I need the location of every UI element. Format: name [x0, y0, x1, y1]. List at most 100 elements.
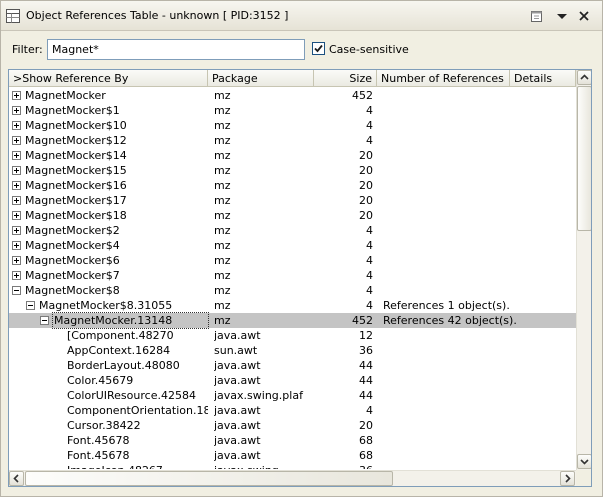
table-row[interactable]: ColorUIResource.42584 javax.swing.plaf 44 — [9, 388, 576, 403]
table-row[interactable]: MagnetMocker$18 mz 20 — [9, 208, 576, 223]
restore-icon[interactable] — [529, 8, 545, 24]
row-name: MagnetMocker$14 — [25, 149, 127, 162]
scroll-right-button[interactable] — [560, 471, 575, 486]
row-name: MagnetMocker$12 — [25, 134, 127, 147]
column-header-number-of-references[interactable]: Number of References — [377, 70, 510, 87]
horizontal-scrollbar[interactable] — [9, 470, 576, 486]
row-references — [383, 403, 573, 418]
expand-icon[interactable] — [12, 136, 21, 145]
row-size: 44 — [359, 359, 373, 372]
expand-icon[interactable] — [12, 91, 21, 100]
column-header-details[interactable]: Details — [510, 70, 576, 87]
expand-icon[interactable] — [12, 151, 21, 160]
row-name: MagnetMocker$4 — [25, 239, 120, 252]
row-package: mz — [214, 239, 231, 252]
row-references — [383, 103, 573, 118]
vertical-scroll-thumb[interactable] — [577, 86, 591, 231]
table-row[interactable]: Cursor.38422 java.awt 20 — [9, 418, 576, 433]
row-references — [383, 238, 573, 253]
column-header-show-reference-by[interactable]: >Show Reference By — [9, 70, 208, 87]
row-size: 20 — [359, 194, 373, 207]
row-package: java.awt — [214, 359, 261, 372]
table-row[interactable]: MagnetMocker.13148 mz 452 References 42 obj… — [9, 312, 576, 329]
table-row[interactable]: MagnetMocker$12 mz 4 — [9, 133, 576, 148]
table-row[interactable]: MagnetMocker$10 mz 4 — [9, 118, 576, 133]
row-package: java.awt — [214, 419, 261, 432]
row-references — [383, 223, 573, 238]
table-row[interactable]: MagnetMocker$7 mz 4 — [9, 268, 576, 283]
expand-icon[interactable] — [12, 166, 21, 175]
scroll-down-button[interactable] — [577, 454, 591, 469]
expand-icon[interactable] — [12, 226, 21, 235]
table-row[interactable]: MagnetMocker$8 mz 4 — [9, 283, 576, 298]
table-row[interactable]: AppContext.16284 sun.awt 36 — [9, 343, 576, 358]
collapse-icon[interactable] — [40, 316, 49, 325]
table-row[interactable]: MagnetMocker$14 mz 20 — [9, 148, 576, 163]
table-row[interactable]: MagnetMocker$16 mz 20 — [9, 178, 576, 193]
expand-icon[interactable] — [12, 241, 21, 250]
table-row[interactable]: Font.45678 java.awt 68 — [9, 433, 576, 448]
expand-icon[interactable] — [12, 121, 21, 130]
expand-icon[interactable] — [12, 106, 21, 115]
table-row[interactable]: [Component.48270 java.awt 12 — [9, 328, 576, 343]
table-row[interactable]: MagnetMocker$15 mz 20 — [9, 163, 576, 178]
row-references — [383, 118, 573, 133]
collapse-icon[interactable] — [26, 301, 35, 310]
table-row[interactable]: Font.45678 java.awt 68 — [9, 448, 576, 463]
table-row[interactable]: MagnetMocker$2 mz 4 — [9, 223, 576, 238]
row-name: ComponentOrientation.18... — [67, 404, 208, 417]
vertical-scrollbar[interactable] — [576, 70, 591, 470]
table-row[interactable]: MagnetMocker$4 mz 4 — [9, 238, 576, 253]
table-row[interactable]: MagnetMocker$1 mz 4 — [9, 103, 576, 118]
case-sensitive-label[interactable]: Case-sensitive — [329, 43, 409, 56]
row-name: MagnetMocker$2 — [25, 224, 120, 237]
dropdown-icon[interactable] — [554, 8, 570, 24]
row-package: mz — [214, 134, 231, 147]
case-sensitive-checkbox[interactable] — [312, 42, 325, 55]
table-row[interactable]: MagnetMocker$8.31055 mz 4 References 1 obje… — [9, 298, 576, 313]
expand-icon[interactable] — [12, 196, 21, 205]
row-size: 68 — [359, 434, 373, 447]
row-size: 20 — [359, 209, 373, 222]
expand-icon[interactable] — [12, 211, 21, 220]
collapse-icon[interactable] — [12, 286, 21, 295]
filter-input[interactable] — [47, 39, 305, 60]
row-references — [383, 418, 573, 433]
table-row[interactable]: ImageIcon.48267 javax.swing36 — [9, 463, 576, 469]
row-name: MagnetMocker$18 — [25, 209, 127, 222]
row-size: 20 — [359, 164, 373, 177]
row-package: mz — [214, 89, 231, 102]
column-header-size[interactable]: Size — [314, 70, 377, 87]
row-size: 20 — [359, 179, 373, 192]
table-icon — [6, 9, 20, 23]
row-size: 4 — [366, 404, 373, 417]
table-row[interactable]: MagnetMocker mz 452 — [9, 88, 576, 103]
expand-icon[interactable] — [12, 271, 21, 280]
row-references: References 1 object(s). — [383, 299, 510, 312]
expand-icon[interactable] — [12, 256, 21, 265]
table-body: MagnetMocker mz 452 MagnetMocker$1 mz 4 Magnet… — [9, 88, 576, 469]
table-row[interactable]: MagnetMocker$17 mz 20 — [9, 193, 576, 208]
scroll-up-button[interactable] — [577, 70, 591, 85]
row-name: MagnetMocker$8 — [25, 284, 120, 297]
horizontal-scroll-thumb[interactable] — [25, 471, 393, 486]
scroll-left-button[interactable] — [9, 471, 24, 486]
table-row[interactable]: MagnetMocker$6 mz 4 — [9, 253, 576, 268]
row-package: java.awt — [214, 329, 261, 342]
table-row[interactable]: Color.45679 java.awt 44 — [9, 373, 576, 388]
row-package: mz — [214, 119, 231, 132]
row-package: mz — [214, 284, 231, 297]
row-references — [383, 88, 573, 103]
row-name: MagnetMocker$15 — [25, 164, 127, 177]
table-row[interactable]: BorderLayout.48080 java.awt 44 — [9, 358, 576, 373]
column-header-package[interactable]: Package — [208, 70, 314, 87]
row-size: 36 — [314, 463, 373, 469]
row-size: 68 — [359, 449, 373, 462]
row-name: MagnetMocker$8.31055 — [39, 299, 173, 312]
row-references — [383, 148, 573, 163]
window-title: Object References Table - unknown [ PID:… — [26, 9, 289, 22]
table-row[interactable]: ComponentOrientation.18... java.awt 4 — [9, 403, 576, 418]
expand-icon[interactable] — [12, 181, 21, 190]
row-references — [383, 208, 573, 223]
close-icon[interactable] — [576, 8, 592, 24]
